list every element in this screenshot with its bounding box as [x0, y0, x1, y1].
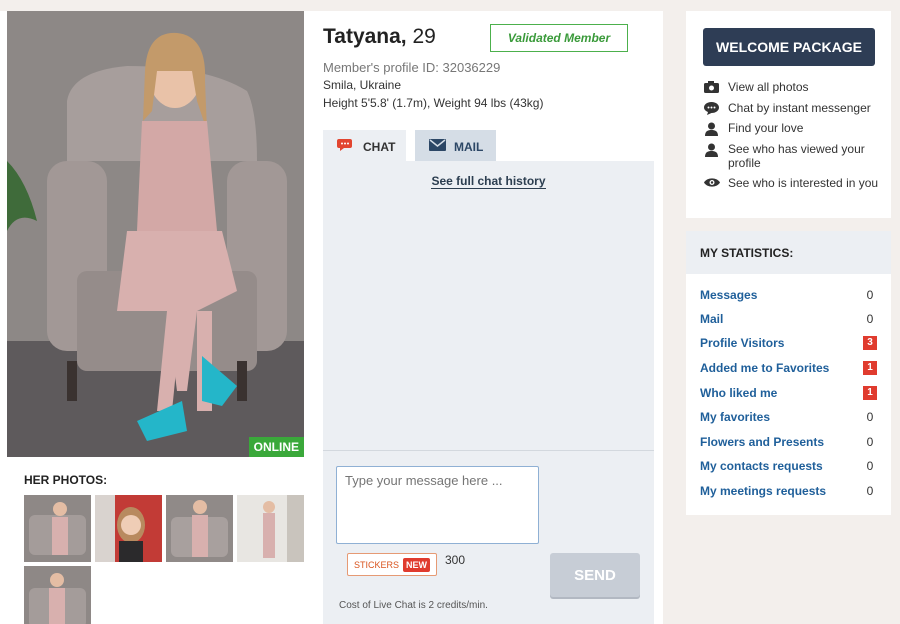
- perk-item[interactable]: Find your love: [703, 121, 883, 136]
- perk-label: See who has viewed your profile: [728, 142, 865, 170]
- stat-label[interactable]: Mail: [700, 312, 723, 326]
- stickers-button[interactable]: STICKERS NEW: [347, 553, 437, 576]
- person-icon: [703, 121, 720, 136]
- stat-row-flowers-presents[interactable]: Flowers and Presents 0: [700, 433, 877, 451]
- perk-item[interactable]: See who has viewed your profile: [703, 142, 883, 170]
- stat-label[interactable]: Profile Visitors: [700, 336, 784, 350]
- stat-count-badge: 1: [863, 386, 877, 400]
- chat-panel: See full chat history STICKERS NEW 300 S…: [323, 161, 654, 624]
- stat-label[interactable]: Messages: [700, 288, 757, 302]
- statistics-title: MY STATISTICS:: [686, 231, 891, 274]
- stat-value: 0: [866, 435, 874, 449]
- chat-history-link: See full chat history: [323, 174, 654, 189]
- photo-thumbnail[interactable]: [24, 566, 91, 624]
- tab-mail-label: MAIL: [454, 139, 484, 154]
- credits-count: 300: [445, 553, 466, 567]
- perk-item[interactable]: See who is interested in you: [703, 176, 883, 190]
- stat-label[interactable]: Flowers and Presents: [700, 435, 824, 449]
- stat-count-badge: 3: [863, 336, 877, 350]
- photo-thumbnail[interactable]: [237, 495, 304, 562]
- stat-label[interactable]: Added me to Favorites: [700, 361, 829, 375]
- new-badge: NEW: [403, 557, 430, 572]
- send-button[interactable]: SEND: [550, 553, 640, 597]
- perk-label: See who is interested in you: [728, 176, 879, 190]
- stat-row-contacts-requests[interactable]: My contacts requests 0: [700, 457, 877, 475]
- chat-cost-note: Cost of Live Chat is 2 credits/min.: [339, 600, 488, 611]
- profile-location: Smila, Ukraine: [323, 78, 402, 92]
- chat-divider: [323, 450, 654, 451]
- profile-height-weight: Height 5'5.8' (1.7m), Weight 94 lbs (43k…: [323, 96, 544, 110]
- perk-label: View all photos: [728, 80, 809, 94]
- stat-row-added-to-favorites[interactable]: Added me to Favorites 1: [700, 359, 877, 377]
- chat-bubble-icon: [337, 137, 355, 156]
- photo-thumbnail[interactable]: [95, 495, 162, 562]
- stat-label[interactable]: My favorites: [700, 410, 770, 424]
- tab-chat[interactable]: CHAT: [323, 130, 406, 163]
- stat-label[interactable]: Who liked me: [700, 386, 777, 400]
- profile-photo-image: [7, 11, 304, 457]
- online-status-badge: ONLINE: [248, 437, 304, 457]
- stat-value: 0: [866, 312, 874, 326]
- my-statistics-card: MY STATISTICS: Messages 0 Mail 0 Profile…: [686, 231, 891, 515]
- stat-row-profile-visitors[interactable]: Profile Visitors 3: [700, 334, 877, 352]
- stat-value: 0: [866, 288, 874, 302]
- eye-icon: [703, 176, 720, 190]
- stat-count-badge: 1: [863, 361, 877, 375]
- stat-row-messages[interactable]: Messages 0: [700, 286, 877, 304]
- stat-row-meetings-requests[interactable]: My meetings requests 0: [700, 482, 877, 500]
- envelope-icon: [429, 139, 446, 154]
- main-profile-photo[interactable]: ONLINE: [7, 11, 304, 457]
- profile-name-age: Tatyana, 29: [323, 25, 436, 49]
- photo-thumbnail[interactable]: [24, 495, 91, 562]
- profile-age: 29: [412, 25, 436, 48]
- her-photos-title: HER PHOTOS:: [24, 473, 108, 487]
- stat-label[interactable]: My meetings requests: [700, 484, 826, 498]
- welcome-package-card: WELCOME PACKAGE View all photos Chat by …: [686, 11, 891, 218]
- perk-item[interactable]: View all photos: [703, 80, 883, 94]
- photo-thumbnail[interactable]: [166, 495, 233, 562]
- stat-row-mail[interactable]: Mail 0: [700, 310, 877, 328]
- person-icon: [703, 142, 720, 170]
- tab-chat-label: CHAT: [363, 139, 396, 154]
- stat-value: 0: [866, 459, 874, 473]
- camera-icon: [703, 80, 720, 94]
- messenger-icon: [703, 101, 720, 115]
- stat-row-my-favorites[interactable]: My favorites 0: [700, 408, 877, 426]
- chat-history-link-text[interactable]: See full chat history: [431, 174, 546, 189]
- stat-value: 0: [866, 484, 874, 498]
- profile-name: Tatyana,: [323, 25, 407, 48]
- stat-label[interactable]: My contacts requests: [700, 459, 823, 473]
- stat-value: 0: [866, 410, 874, 424]
- validated-member-badge: Validated Member: [490, 24, 628, 52]
- tab-mail[interactable]: MAIL: [415, 130, 496, 163]
- profile-id: Member's profile ID: 32036229: [323, 60, 501, 75]
- perk-item[interactable]: Chat by instant messenger: [703, 101, 883, 115]
- stickers-label: STICKERS: [353, 559, 399, 570]
- welcome-package-button[interactable]: WELCOME PACKAGE: [703, 28, 875, 66]
- stat-row-who-liked-me[interactable]: Who liked me 1: [700, 384, 877, 402]
- profile-card: ONLINE HER PHOTOS: Tatyana, 29 Validated…: [0, 11, 663, 624]
- perk-label: Chat by instant messenger: [728, 101, 871, 115]
- perk-label: Find your love: [728, 121, 804, 135]
- message-input[interactable]: [336, 466, 539, 544]
